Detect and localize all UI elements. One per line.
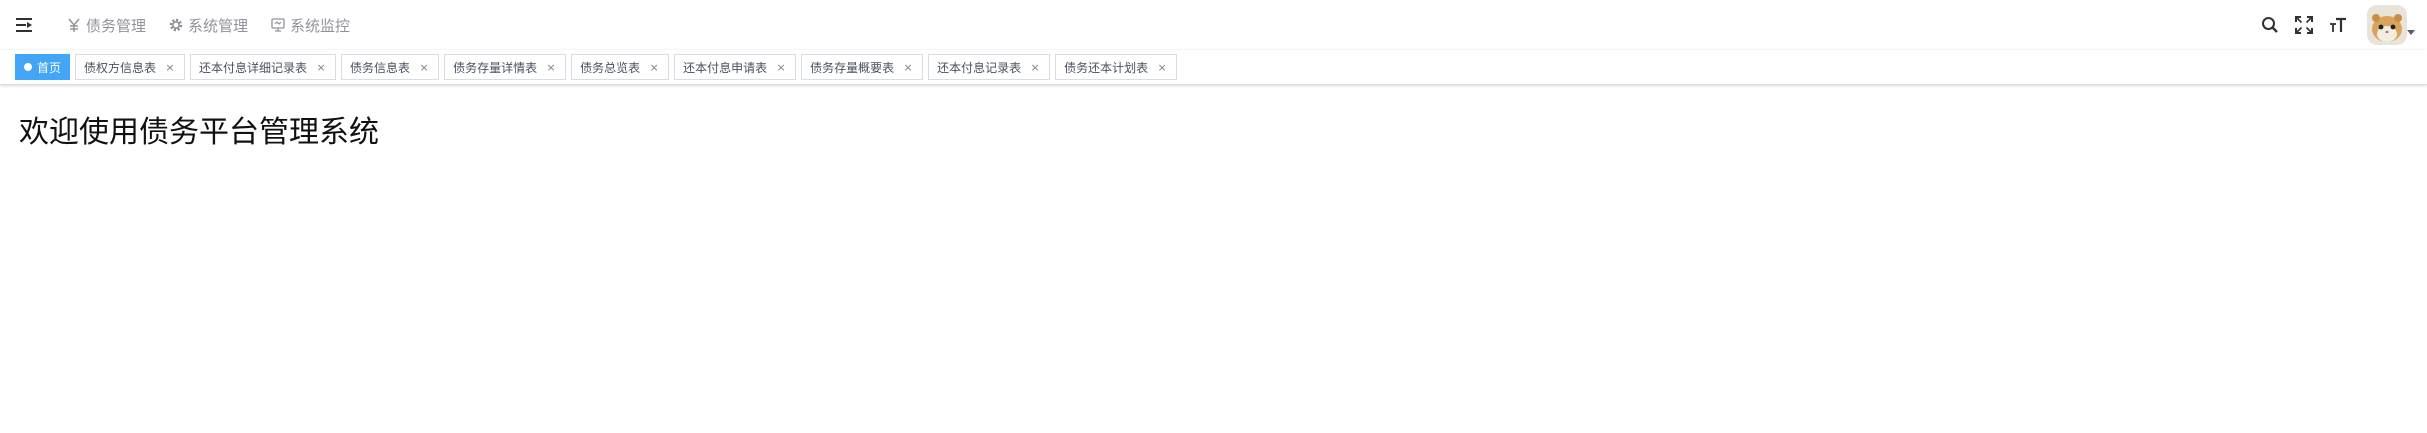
tag-label: 债务存量概要表: [810, 60, 895, 75]
close-icon[interactable]: ×: [315, 61, 327, 74]
tag-item[interactable]: 还本付息申请表 ×: [674, 54, 797, 80]
font-size-icon[interactable]: [2321, 0, 2355, 50]
tag-item[interactable]: 债权方信息表 ×: [75, 54, 186, 80]
tag-item[interactable]: 债务还本计划表 ×: [1055, 54, 1178, 80]
close-icon[interactable]: ×: [545, 61, 557, 74]
menu-debt-management[interactable]: 债务管理: [58, 0, 160, 50]
tag-item[interactable]: 债务存量概要表 ×: [801, 54, 924, 80]
tag-item[interactable]: 债务存量详情表 ×: [444, 54, 567, 80]
close-icon[interactable]: ×: [1029, 61, 1041, 74]
main-content: 欢迎使用债务平台管理系统: [0, 85, 2427, 433]
tag-label: 还本付息记录表: [937, 60, 1022, 75]
tag-label: 债务总览表: [580, 60, 641, 75]
top-menu: 债务管理 系统管理 系统监控: [58, 0, 364, 50]
menu-system-management[interactable]: 系统管理: [160, 0, 262, 50]
close-icon[interactable]: ×: [902, 61, 914, 74]
close-icon[interactable]: ×: [1156, 61, 1168, 74]
tag-item[interactable]: 债务总览表 ×: [571, 54, 670, 80]
avatar[interactable]: [2367, 5, 2407, 45]
active-dot: [24, 63, 32, 71]
tag-label: 债权方信息表: [84, 60, 157, 75]
close-icon[interactable]: ×: [418, 61, 430, 74]
gear-icon: [168, 17, 184, 33]
tag-item[interactable]: 还本付息记录表 ×: [928, 54, 1051, 80]
navbar: 债务管理 系统管理 系统监控: [0, 0, 2427, 50]
menu-label: 债务管理: [86, 16, 147, 35]
right-menu: [2253, 0, 2427, 50]
search-icon[interactable]: [2253, 0, 2287, 50]
menu-system-monitor[interactable]: 系统监控: [262, 0, 364, 50]
menu-label: 系统管理: [188, 16, 249, 35]
tag-item[interactable]: 还本付息详细记录表 ×: [190, 54, 337, 80]
chevron-down-icon[interactable]: [2407, 30, 2415, 35]
tag-label: 还本付息申请表: [683, 60, 768, 75]
hamburger-icon[interactable]: [14, 14, 36, 36]
fullscreen-icon[interactable]: [2287, 0, 2321, 50]
tags-view: 首页 债权方信息表 × 还本付息详细记录表 × 债务信息表 × 债务存量详情表 × 债务总览表 × 还…: [0, 50, 2427, 85]
menu-label: 系统监控: [290, 16, 351, 35]
page-title: 欢迎使用债务平台管理系统: [19, 115, 379, 150]
close-icon[interactable]: ×: [775, 61, 787, 74]
close-icon[interactable]: ×: [164, 61, 176, 74]
tag-label: 债务存量详情表: [453, 60, 538, 75]
tag-label: 首页: [37, 60, 62, 75]
tags-list: 首页 债权方信息表 × 还本付息详细记录表 × 债务信息表 × 债务存量详情表 × 债务总览表 × 还…: [15, 54, 1182, 80]
avatar-dropdown[interactable]: [2359, 0, 2419, 50]
tag-item[interactable]: 首页: [15, 54, 71, 80]
tag-item[interactable]: 债务信息表 ×: [341, 54, 440, 80]
monitor-icon: [270, 17, 286, 33]
tag-label: 还本付息详细记录表: [199, 60, 308, 75]
yen-icon: [66, 17, 82, 33]
tag-label: 债务信息表: [350, 60, 411, 75]
close-icon[interactable]: ×: [648, 61, 660, 74]
tag-label: 债务还本计划表: [1064, 60, 1149, 75]
